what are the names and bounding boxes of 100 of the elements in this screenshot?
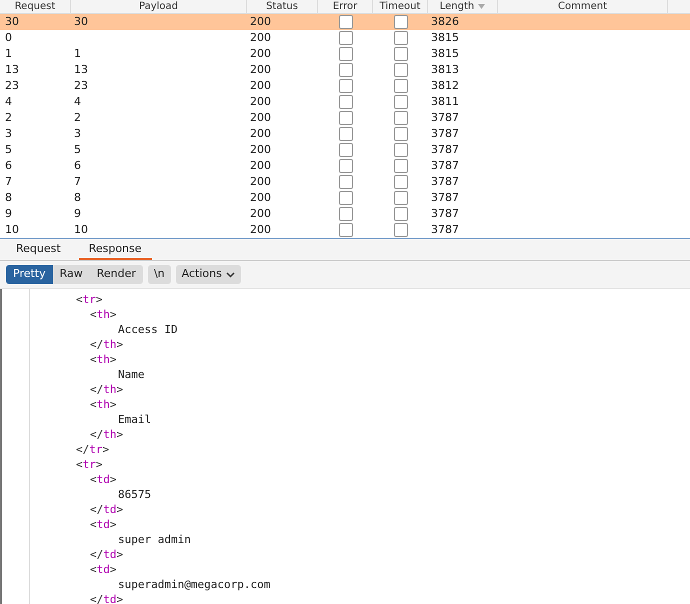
checkbox[interactable] [338, 47, 352, 61]
code-tag: </tr> [76, 443, 110, 456]
table-cell: 10 [74, 223, 88, 236]
view-button[interactable]: Raw [52, 265, 90, 284]
table-cell: 3811 [431, 95, 459, 108]
view-button[interactable]: Render [90, 265, 143, 284]
checkbox[interactable] [394, 47, 408, 61]
code-tag: </td> [90, 593, 124, 604]
code-text: 86575 [118, 488, 152, 501]
table-cell: 200 [250, 159, 271, 172]
code-tag: </th> [90, 338, 124, 351]
checkbox[interactable] [394, 175, 408, 189]
table-cell: 3812 [431, 79, 459, 92]
table-cell: 5 [74, 143, 81, 156]
code-tag: </td> [90, 503, 124, 516]
table-cell: 200 [250, 191, 271, 204]
checkbox[interactable] [394, 143, 408, 157]
table-cell: 9 [74, 207, 81, 220]
table-cell: 4 [74, 95, 81, 108]
code-tag: <tr> [76, 293, 102, 306]
table-row[interactable]: 30 30 200 3826 [0, 14, 690, 30]
table-cell: 3826 [431, 15, 459, 28]
actions-button[interactable]: Actions [176, 265, 241, 284]
table-cell: 200 [250, 31, 271, 44]
table-cell: 7 [74, 175, 81, 188]
column-header[interactable]: Comment [498, 0, 668, 13]
table-cell: 9 [5, 207, 12, 220]
checkbox[interactable] [338, 127, 352, 141]
table-cell: 2 [74, 111, 81, 124]
table-cell: 10 [5, 223, 19, 236]
code-tag: </td> [90, 548, 124, 561]
table-cell: 2 [5, 111, 12, 124]
checkbox[interactable] [338, 159, 352, 173]
code-text: super admin [118, 533, 191, 546]
checkbox[interactable] [394, 111, 408, 125]
checkbox[interactable] [394, 63, 408, 77]
table-cell: 8 [5, 191, 12, 204]
column-header[interactable]: Length [428, 0, 498, 13]
table-cell: 13 [74, 63, 88, 76]
checkbox[interactable] [338, 207, 352, 221]
table-cell: 200 [250, 95, 271, 108]
table-cell: 3815 [431, 31, 459, 44]
checkbox[interactable] [338, 79, 352, 93]
checkbox[interactable] [394, 207, 408, 221]
table-cell: 30 [5, 15, 19, 28]
checkbox[interactable] [338, 31, 352, 45]
table-cell: 3815 [431, 47, 459, 60]
code-text: superadmin@megacorp.com [118, 578, 270, 591]
checkbox[interactable] [394, 191, 408, 205]
column-header[interactable]: Timeout [373, 0, 428, 13]
table-cell: 7 [5, 175, 12, 188]
code-tag: <th> [90, 398, 116, 411]
checkbox[interactable] [394, 31, 408, 45]
table-cell: 200 [250, 15, 271, 28]
checkbox[interactable] [338, 191, 352, 205]
code-tag: </th> [90, 428, 124, 441]
table-cell: 5 [5, 143, 12, 156]
checkbox[interactable] [338, 111, 352, 125]
table-cell: 0 [5, 31, 12, 44]
checkbox[interactable] [394, 127, 408, 141]
code-text: Access ID [118, 323, 178, 336]
checkbox[interactable] [338, 95, 352, 109]
table-cell: 4 [5, 95, 12, 108]
table-cell: 23 [5, 79, 19, 92]
checkbox[interactable] [338, 63, 352, 77]
checkbox[interactable] [338, 223, 352, 237]
checkbox[interactable] [394, 79, 408, 93]
checkbox[interactable] [394, 223, 408, 237]
view-button[interactable]: Pretty [6, 265, 53, 284]
table-cell: 3 [74, 127, 81, 140]
column-header[interactable]: Request [0, 0, 71, 13]
table-cell: 3787 [431, 159, 459, 172]
code-tag: <th> [90, 308, 116, 321]
checkbox[interactable] [394, 159, 408, 173]
checkbox[interactable] [338, 143, 352, 157]
checkbox[interactable] [394, 95, 408, 109]
newline-toggle-button[interactable]: \n [148, 265, 171, 284]
checkbox[interactable] [338, 175, 352, 189]
column-header[interactable]: Status [247, 0, 318, 13]
table-cell: 200 [250, 63, 271, 76]
checkbox[interactable] [338, 15, 352, 29]
code-tag: <td> [90, 473, 116, 486]
table-cell: 6 [5, 159, 12, 172]
table-cell: 3787 [431, 143, 459, 156]
code-tag: <tr> [76, 458, 102, 471]
table-cell: 3787 [431, 175, 459, 188]
table-cell: 1 [74, 47, 81, 60]
table-cell: 200 [250, 111, 271, 124]
column-header[interactable]: Error [318, 0, 373, 13]
table-cell: 30 [74, 15, 88, 28]
table-cell: 200 [250, 143, 271, 156]
checkbox[interactable] [394, 15, 408, 29]
code-text: Email [118, 413, 152, 426]
table-cell: 200 [250, 175, 271, 188]
tab[interactable]: Request [6, 240, 71, 260]
table-cell: 8 [74, 191, 81, 204]
table-cell: 3787 [431, 111, 459, 124]
column-header[interactable]: Payload [71, 0, 247, 13]
table-cell: 13 [5, 63, 19, 76]
code-tag: <th> [90, 353, 116, 366]
